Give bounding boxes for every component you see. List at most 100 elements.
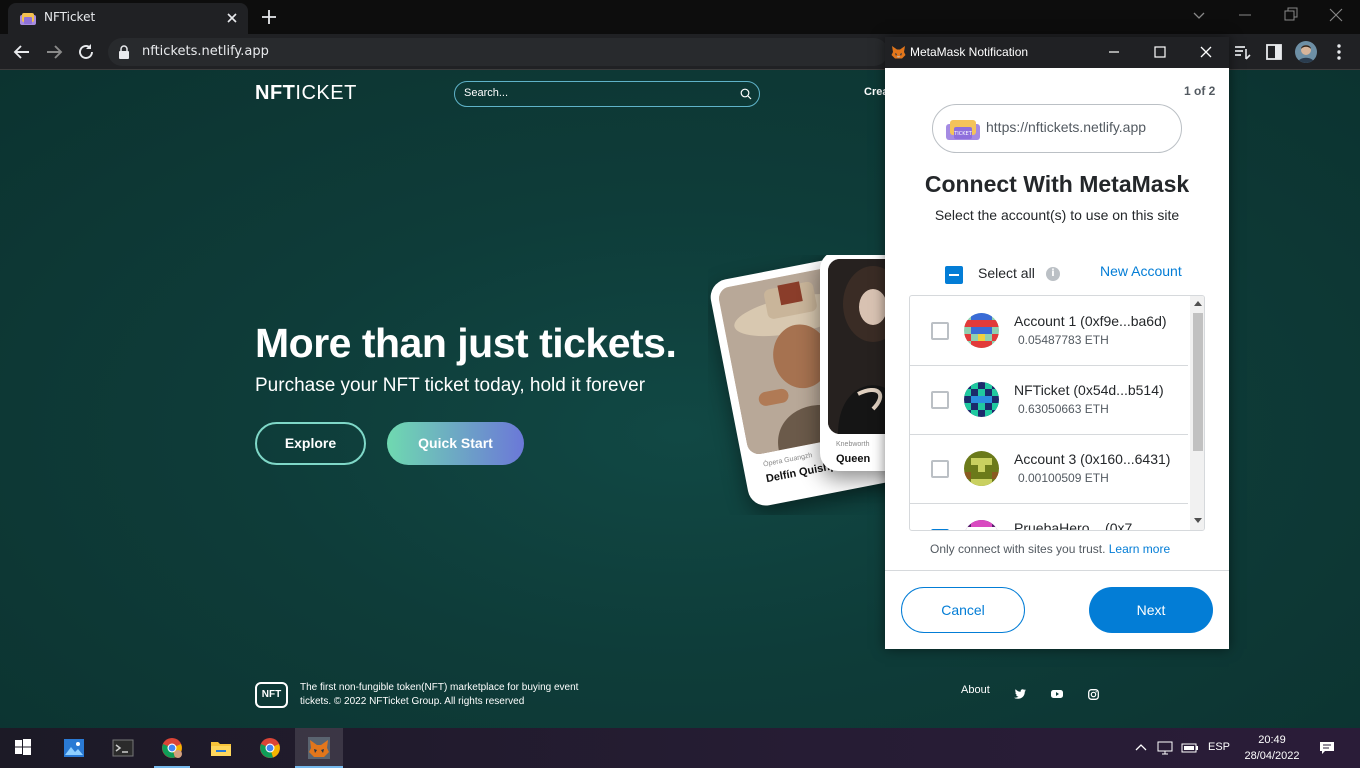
select-all-checkbox[interactable]	[945, 266, 963, 284]
new-tab-icon[interactable]	[260, 8, 278, 26]
chrome-icon	[162, 738, 182, 758]
twitter-icon[interactable]	[1014, 689, 1026, 699]
metamask-fox-icon	[891, 45, 906, 59]
scroll-up-arrow-icon[interactable]	[1194, 300, 1202, 306]
account-list-scrollbar[interactable]	[1190, 296, 1204, 530]
site-origin-pill: TICKET https://nftickets.netlify.app	[932, 104, 1182, 153]
taskbar-metamask[interactable]	[295, 728, 343, 768]
site-origin-url: https://nftickets.netlify.app	[986, 119, 1147, 135]
ticket-name: Queen	[836, 453, 871, 465]
account-balance: 0.00100509 ETH	[1018, 471, 1109, 485]
account-avatar-icon	[964, 451, 999, 486]
next-button[interactable]: Next	[1089, 587, 1213, 633]
notifications-icon[interactable]	[1319, 741, 1335, 755]
metamask-icon	[308, 737, 330, 759]
tab-search-chevron-icon[interactable]	[1191, 7, 1207, 23]
trust-text: Only connect with sites you trust.	[930, 542, 1106, 556]
cancel-button[interactable]: Cancel	[901, 587, 1025, 633]
site-logo[interactable]: NFTICKET	[255, 82, 357, 105]
info-icon[interactable]: i	[1046, 267, 1060, 281]
instagram-icon[interactable]	[1088, 689, 1099, 700]
taskbar-terminal[interactable]	[99, 728, 147, 768]
account-balance: 0.05487783 ETH	[1018, 333, 1109, 347]
footer-logo[interactable]: NFT	[255, 682, 288, 708]
account-name: NFTicket (0x54d...b514)	[1014, 382, 1164, 398]
lock-icon[interactable]	[118, 45, 130, 59]
account-row[interactable]: NFTicket (0x54d...b514) 0.63050663 ETH	[910, 365, 1188, 435]
search-icon[interactable]	[740, 88, 752, 100]
profile-avatar[interactable]	[1295, 41, 1317, 63]
minimize-icon[interactable]	[1238, 7, 1252, 23]
account-avatar-icon	[964, 313, 999, 348]
connect-heading: Connect With MetaMask	[924, 171, 1190, 197]
taskbar-chrome[interactable]	[246, 728, 294, 768]
ticket-card[interactable]: Knebworth Queen	[820, 255, 886, 471]
request-counter: 1 of 2	[1184, 84, 1216, 98]
quick-start-button[interactable]: Quick Start	[387, 422, 524, 465]
account-checkbox[interactable]	[931, 322, 949, 340]
taskbar-photos[interactable]	[50, 728, 98, 768]
network-icon[interactable]	[1157, 741, 1175, 755]
youtube-icon[interactable]	[1051, 689, 1063, 699]
account-row[interactable]: Account 3 (0x160...6431) 0.00100509 ETH	[910, 434, 1188, 504]
address-bar[interactable]: nftickets.netlify.app	[108, 38, 888, 66]
reading-list-icon[interactable]	[1234, 43, 1252, 61]
clock[interactable]: 20:49 28/04/2022	[1240, 732, 1304, 764]
close-window-icon[interactable]	[1329, 7, 1343, 23]
footer-about-link[interactable]: About	[961, 684, 990, 696]
metamask-window-title: MetaMask Notification	[910, 45, 1029, 59]
taskbar-chrome-profile[interactable]	[148, 728, 196, 768]
account-checkbox[interactable]	[931, 391, 949, 409]
metamask-close-icon[interactable]	[1199, 45, 1213, 59]
restore-icon[interactable]	[1284, 7, 1298, 23]
account-name: Account 3 (0x160...6431)	[1014, 451, 1171, 467]
footer-divider	[885, 570, 1229, 571]
account-checkbox[interactable]	[931, 529, 949, 530]
metamask-titlebar: MetaMask Notification	[885, 37, 1229, 68]
footer-description: The first non-fungible token(NFT) market…	[300, 682, 579, 707]
file-explorer-icon	[211, 742, 231, 756]
site-search-input[interactable]: Search...	[454, 81, 760, 107]
windows-start-icon	[15, 739, 31, 755]
url-text: nftickets.netlify.app	[142, 44, 269, 59]
ticket-site-icon: TICKET	[946, 119, 980, 141]
learn-more-link[interactable]: Learn more	[1109, 542, 1170, 556]
windows-start-button[interactable]	[0, 728, 48, 768]
scroll-down-arrow-icon[interactable]	[1194, 518, 1202, 524]
ticket-cards-showcase: Ópera Guangzh Delfín Quishp Knebworth Qu…	[708, 255, 886, 515]
tray-overflow-chevron-icon[interactable]	[1134, 741, 1148, 753]
metamask-minimize-icon[interactable]	[1107, 45, 1121, 59]
windows-taskbar: ESP 20:49 28/04/2022	[0, 728, 1360, 768]
browser-menu-icon[interactable]	[1330, 43, 1348, 61]
metamask-notification-window: MetaMask Notification 1 of 2 TICKET http…	[885, 37, 1229, 649]
account-name: Account 1 (0xf9e...ba6d)	[1014, 313, 1167, 329]
clock-date: 28/04/2022	[1244, 750, 1300, 762]
reload-icon[interactable]	[77, 43, 95, 61]
side-panel-icon[interactable]	[1265, 43, 1283, 61]
battery-icon[interactable]	[1181, 741, 1199, 755]
metamask-maximize-icon[interactable]	[1153, 45, 1167, 59]
select-all-label[interactable]: Select all	[978, 265, 1035, 281]
back-icon[interactable]	[13, 43, 31, 61]
browser-tab[interactable]: NFTicket	[8, 3, 248, 34]
new-account-link[interactable]: New Account	[1100, 263, 1182, 279]
forward-icon[interactable]	[45, 43, 63, 61]
taskbar-file-explorer[interactable]	[197, 728, 245, 768]
terminal-icon	[112, 739, 134, 757]
account-checkbox[interactable]	[931, 460, 949, 478]
ticket-favicon-icon	[20, 12, 36, 26]
logo-bold-text: NFT	[255, 82, 296, 104]
account-list: Account 1 (0xf9e...ba6d) 0.05487783 ETH …	[909, 295, 1205, 531]
close-tab-icon[interactable]	[226, 12, 238, 24]
explore-button[interactable]: Explore	[255, 422, 366, 465]
chrome-icon	[260, 738, 280, 758]
clock-time: 20:49	[1258, 734, 1286, 746]
trust-notice: Only connect with sites you trust. Learn…	[930, 542, 1170, 556]
account-row[interactable]: PruebaHero... (0x7	[910, 503, 1188, 530]
ticket-photo	[828, 259, 886, 434]
search-placeholder: Search...	[464, 87, 509, 99]
input-language[interactable]: ESP	[1208, 741, 1230, 753]
account-row[interactable]: Account 1 (0xf9e...ba6d) 0.05487783 ETH	[910, 296, 1188, 366]
hero-title: More than just tickets.	[255, 320, 677, 366]
scrollbar-thumb[interactable]	[1193, 313, 1203, 451]
